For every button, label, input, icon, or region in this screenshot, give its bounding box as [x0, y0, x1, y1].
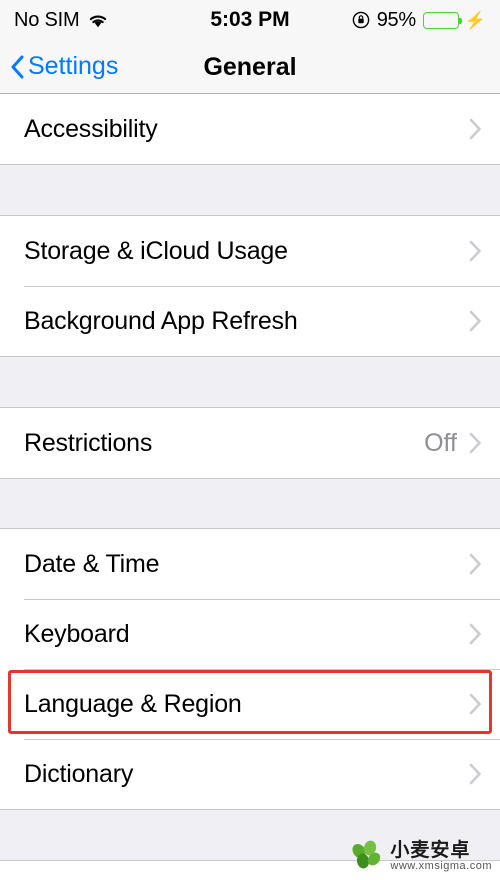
row-label: Dictionary [24, 759, 134, 788]
row-accessory [469, 553, 482, 575]
back-button[interactable]: Settings [0, 52, 118, 81]
page-title-label: General [203, 52, 297, 81]
row-storage-icloud-usage[interactable]: Storage & iCloud Usage [0, 216, 500, 286]
chevron-right-icon [469, 553, 482, 575]
chevron-right-icon [469, 763, 482, 785]
row-label: Accessibility [24, 114, 158, 143]
row-accessory: Off [424, 429, 482, 458]
group-separator [0, 357, 500, 407]
row-value: Off [424, 428, 457, 457]
settings-group-2: Storage & iCloud Usage Background App Re… [0, 215, 500, 357]
watermark-subtitle: www.xmsigma.com [390, 860, 492, 873]
navigation-bar: Settings General [0, 40, 500, 94]
battery-percent-label: 95% [376, 8, 416, 31]
row-accessory [469, 623, 482, 645]
row-date-time[interactable]: Date & Time [0, 529, 500, 599]
row-accessory [469, 240, 482, 262]
settings-list: Accessibility Storage & iCloud Usage Bac… [0, 94, 500, 880]
watermark-title: 小麦安卓 [390, 840, 471, 862]
chevron-left-icon [10, 55, 24, 79]
row-label: Restrictions [24, 428, 153, 457]
watermark-text: 小麦安卓 www.xmsigma.com [390, 841, 492, 872]
row-keyboard[interactable]: Keyboard [0, 599, 500, 669]
chevron-right-icon [469, 432, 482, 454]
chevron-right-icon [469, 623, 482, 645]
chevron-right-icon [469, 310, 482, 332]
wifi-icon [87, 12, 109, 29]
phone-screen: No SIM 5:03 PM 95% ⚡ Settings General Ac… [0, 0, 500, 880]
group-separator [0, 479, 500, 528]
row-accessory [469, 693, 482, 715]
row-label: Language & Region [24, 689, 242, 718]
row-restrictions[interactable]: Restrictions Off [0, 408, 500, 478]
status-bar: No SIM 5:03 PM 95% ⚡ [0, 0, 500, 40]
battery-icon [422, 11, 462, 29]
status-right: 95% ⚡ [352, 9, 486, 32]
row-accessibility[interactable]: Accessibility [0, 94, 500, 164]
back-button-label: Settings [28, 52, 119, 80]
chevron-right-icon [469, 240, 482, 262]
settings-group-1: Accessibility [0, 94, 500, 165]
row-dictionary[interactable]: Dictionary [0, 739, 500, 809]
settings-group-4: Date & Time Keyboard Language & Region D… [0, 528, 500, 810]
row-label: Date & Time [24, 549, 160, 578]
row-label: Background App Refresh [24, 306, 298, 335]
row-accessory [469, 118, 482, 140]
settings-group-3: Restrictions Off [0, 407, 500, 479]
row-label: Storage & iCloud Usage [24, 236, 288, 265]
time-label: 5:03 PM [210, 8, 290, 31]
leaf-logo-icon [350, 840, 384, 874]
row-language-region[interactable]: Language & Region [0, 669, 500, 739]
chevron-right-icon [469, 693, 482, 715]
row-accessory [469, 763, 482, 785]
status-left: No SIM [14, 9, 109, 32]
row-accessory [469, 310, 482, 332]
group-separator [0, 165, 500, 215]
row-label: Keyboard [24, 619, 130, 648]
rotation-lock-icon [352, 11, 370, 29]
chevron-right-icon [469, 118, 482, 140]
carrier-label: No SIM [14, 8, 80, 31]
watermark: 小麦安卓 www.xmsigma.com [350, 840, 492, 874]
lightning-bolt-icon: ⚡ [464, 10, 486, 30]
row-background-app-refresh[interactable]: Background App Refresh [0, 286, 500, 356]
